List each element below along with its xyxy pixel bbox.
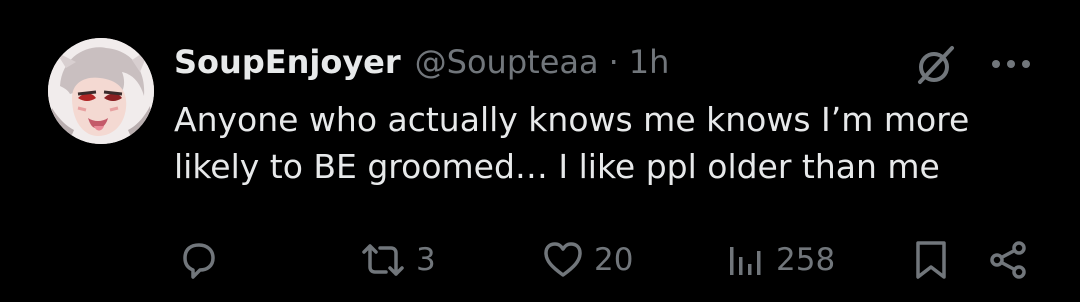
retweet-count: 3 xyxy=(416,242,436,278)
tweet-card[interactable]: SoupEnjoyer @Soupteaa · 1h Anyone who ac… xyxy=(0,0,1080,302)
tweet-header: SoupEnjoyer @Soupteaa · 1h xyxy=(174,40,669,84)
reply-button[interactable] xyxy=(176,236,222,284)
grok-icon[interactable] xyxy=(912,42,958,88)
view-count: 258 xyxy=(776,242,836,278)
reply-icon xyxy=(183,243,215,279)
share-button[interactable] xyxy=(986,236,1032,284)
avatar[interactable] xyxy=(48,38,154,144)
views-button[interactable]: 258 xyxy=(722,236,835,284)
display-name[interactable]: SoupEnjoyer xyxy=(174,43,401,81)
like-button[interactable]: 20 xyxy=(540,236,633,284)
bookmark-button[interactable] xyxy=(908,236,954,284)
bookmark-icon xyxy=(916,241,946,279)
avatar-image xyxy=(48,38,154,144)
share-icon xyxy=(990,241,1026,279)
like-count: 20 xyxy=(594,242,634,278)
retweet-button[interactable]: 3 xyxy=(358,236,436,284)
views-icon xyxy=(730,247,761,275)
separator-dot: · xyxy=(608,43,619,81)
retweet-icon xyxy=(362,244,404,276)
timestamp[interactable]: 1h xyxy=(629,43,670,81)
more-options-icon[interactable] xyxy=(988,52,1034,76)
user-handle[interactable]: @Soupteaa xyxy=(415,43,599,81)
heart-icon xyxy=(544,242,582,277)
tweet-text: Anyone who actually knows me knows I’m m… xyxy=(174,100,970,186)
